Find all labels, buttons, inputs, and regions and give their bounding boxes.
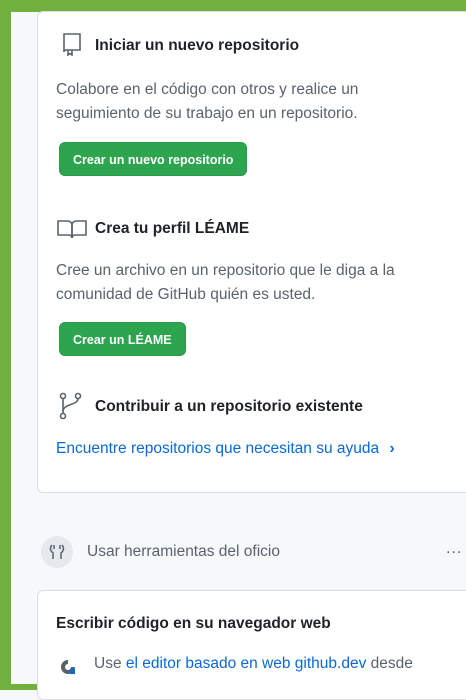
find-repos-link-text[interactable]: Encuentre repositorios que necesitan su … [56, 440, 379, 457]
new-repo-title: Iniciar un nuevo repositorio [95, 37, 300, 54]
chevron-right-icon: › [389, 440, 395, 457]
web-editor-prefix: Use [94, 655, 122, 672]
contribute-title: Contribuir a un repositorio existente [95, 398, 363, 415]
tools-icon [41, 536, 73, 568]
web-editor-text: Use el editor basado en web github.dev d… [94, 655, 413, 673]
get-started-card: Iniciar un nuevo repositorio Colabore en… [37, 11, 466, 493]
repo-icon [61, 32, 83, 61]
new-repo-description: Colabore en el código con otros y realic… [56, 81, 359, 122]
more-options-button[interactable]: ... [446, 540, 462, 558]
book-icon [56, 218, 88, 245]
create-repo-button[interactable]: Crear un nuevo repositorio [59, 142, 248, 176]
tools-section-title: Usar herramientas del oficio [87, 543, 280, 560]
web-editor-card: Escribir código en su navegador web Use … [37, 590, 466, 700]
web-editor-title: Escribir código en su navegador web [56, 615, 331, 632]
screenshot-frame-left [0, 0, 11, 690]
readme-description: Cree un archivo en un repositorio que le… [56, 262, 395, 303]
github-dev-link[interactable]: el editor basado en web github.dev [126, 655, 366, 672]
web-editor-suffix: desde [370, 655, 413, 672]
codespaces-icon [60, 659, 76, 680]
create-readme-button[interactable]: Crear un LÉAME [59, 322, 186, 356]
git-fork-icon [58, 392, 84, 425]
readme-title: Crea tu perfil LÉAME [95, 220, 250, 237]
find-repos-link[interactable]: Encuentre repositorios que necesitan su … [56, 440, 395, 458]
